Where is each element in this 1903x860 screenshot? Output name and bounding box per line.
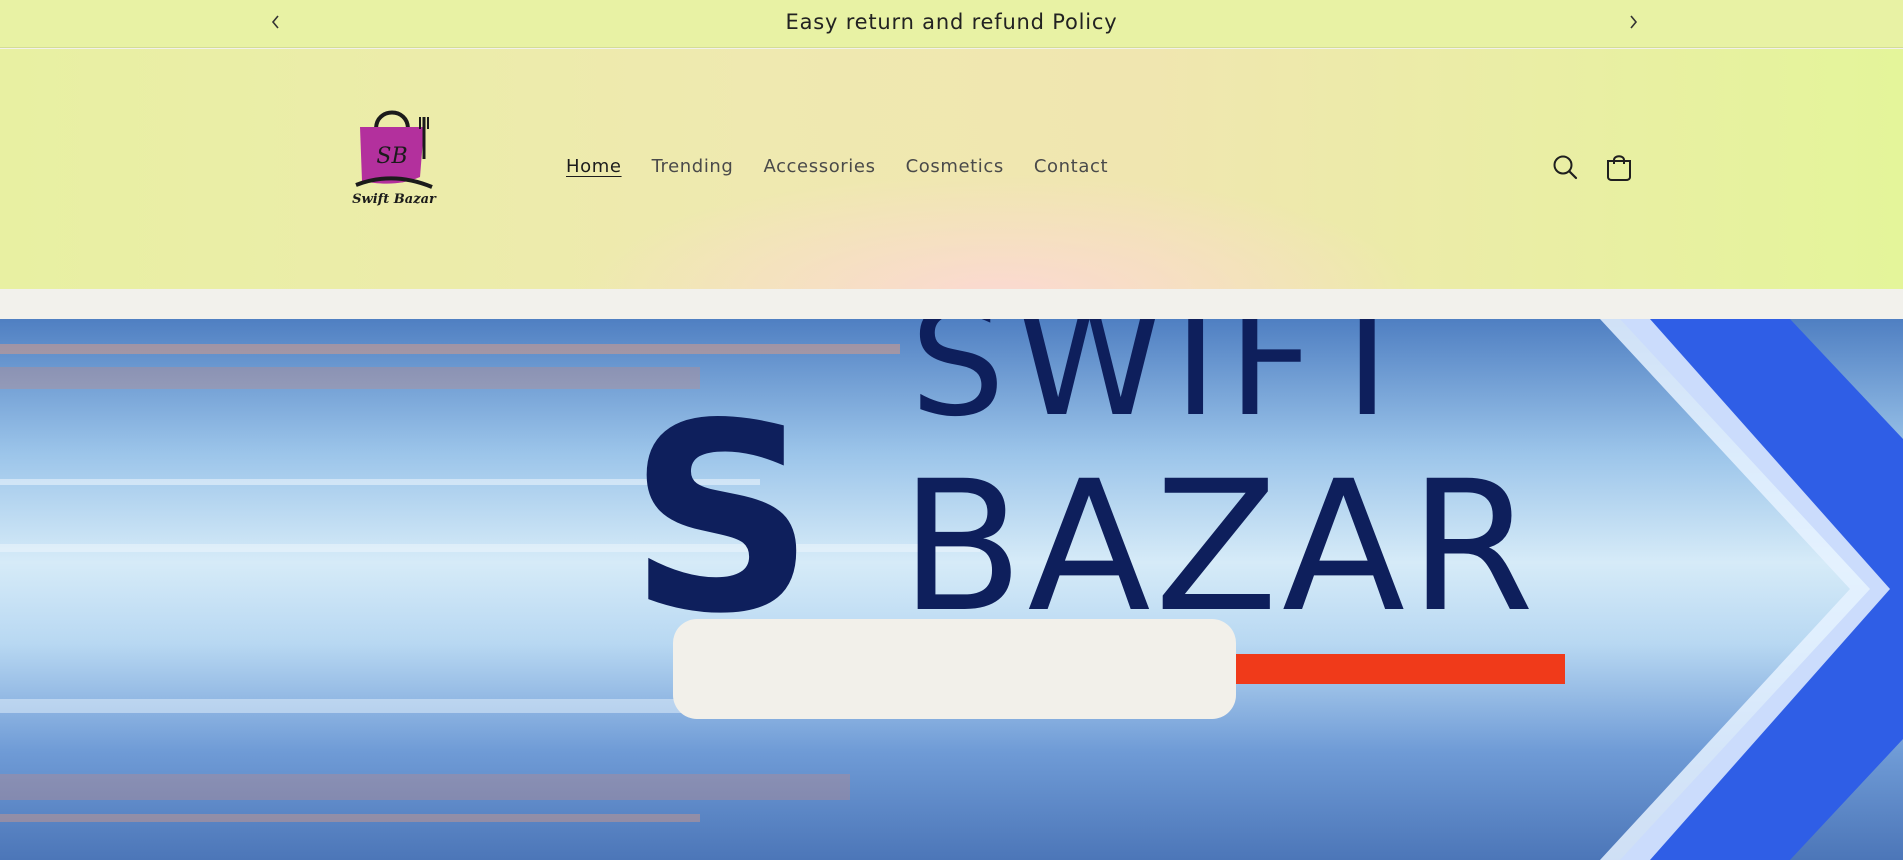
nav-cosmetics[interactable]: Cosmetics	[906, 156, 1004, 177]
logo-wordmark: Swift Bazar	[352, 192, 437, 207]
hero-graphic: SWIFT S BAZAR	[0, 319, 1903, 860]
hero-accent-bar	[1230, 654, 1565, 684]
hero-streak	[0, 344, 900, 354]
cart-button[interactable]	[1599, 147, 1639, 187]
header-spacer	[0, 289, 1903, 319]
logo-bag-icon: SB Swift Bazar	[352, 110, 437, 207]
search-button[interactable]	[1545, 147, 1585, 187]
search-icon	[1553, 155, 1578, 180]
hero-streak	[0, 544, 980, 552]
chevron-right-icon	[1630, 15, 1638, 29]
announcement-next-button[interactable]	[1619, 10, 1647, 34]
nav-contact[interactable]: Contact	[1034, 156, 1108, 177]
hero-streak	[0, 774, 850, 800]
site-logo[interactable]: SB Swift Bazar	[352, 101, 442, 209]
nav-accessories[interactable]: Accessories	[763, 156, 875, 177]
hero-streak	[0, 814, 700, 822]
logo-monogram: SB	[376, 144, 407, 169]
hero-streak	[0, 367, 700, 389]
announcement-bar: Easy return and refund Policy	[0, 0, 1903, 48]
hero-title-line1: SWIFT	[910, 319, 1423, 450]
nav-home[interactable]: Home	[566, 156, 622, 177]
main-navigation: Home Trending Accessories Cosmetics Cont…	[566, 156, 1138, 177]
hero-overlay-box	[673, 619, 1236, 719]
cart-icon	[1607, 155, 1631, 181]
announcement-message: Easy return and refund Policy	[785, 10, 1118, 34]
nav-trending[interactable]: Trending	[652, 156, 734, 177]
hero-banner: SWIFT S BAZAR	[0, 319, 1903, 860]
site-header: SB Swift Bazar Home Trending Accessories…	[0, 49, 1903, 289]
